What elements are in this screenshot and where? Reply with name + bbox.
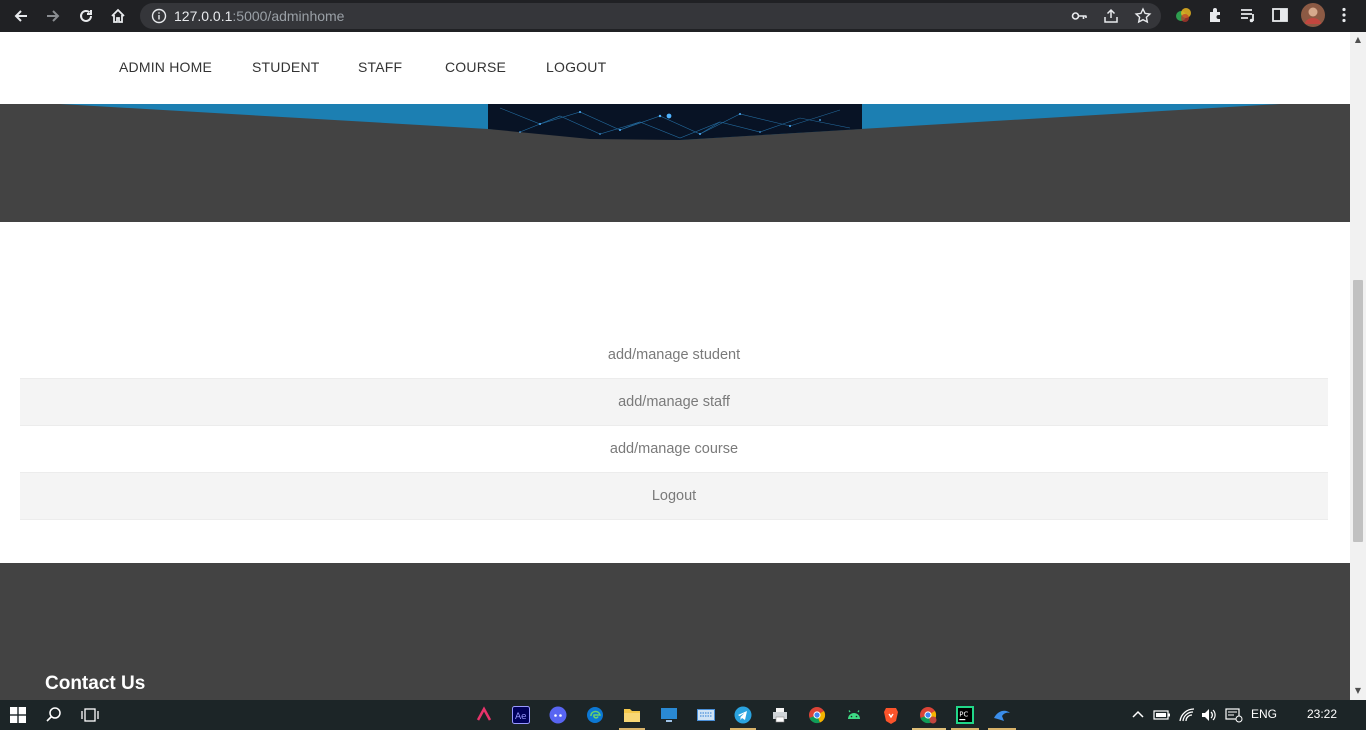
home-icon[interactable] — [106, 4, 130, 28]
telegram-icon[interactable] — [733, 705, 753, 725]
menu-item-logout[interactable]: Logout — [20, 473, 1328, 520]
android-studio-icon[interactable] — [844, 705, 864, 725]
url-path: :5000/adminhome — [232, 8, 345, 24]
windows-start-icon[interactable] — [8, 705, 28, 725]
scroll-down-arrow-icon[interactable]: ▼ — [1353, 686, 1363, 696]
footer-contact-heading: Contact Us — [45, 673, 146, 694]
page-viewport: ADMIN HOME STUDENT STAFF COURSE LOGOUT a… — [0, 32, 1350, 700]
nav-logout[interactable]: LOGOUT — [546, 59, 606, 75]
extension-colorful-icon[interactable] — [1174, 5, 1194, 25]
back-icon[interactable] — [9, 4, 33, 28]
nav-admin-home[interactable]: ADMIN HOME — [119, 59, 212, 75]
svg-text:PC: PC — [959, 711, 968, 719]
scroll-up-arrow-icon[interactable]: ▲ — [1353, 35, 1363, 45]
browser-menu-icon[interactable] — [1334, 5, 1354, 25]
menu-item-manage-student[interactable]: add/manage student — [20, 332, 1328, 379]
after-effects-icon[interactable]: Ae — [511, 705, 531, 725]
search-icon[interactable] — [44, 705, 64, 725]
reload-icon[interactable] — [74, 4, 98, 28]
nav-staff[interactable]: STAFF — [358, 59, 402, 75]
extensions-puzzle-icon[interactable] — [1206, 5, 1226, 25]
brave-browser-icon[interactable] — [881, 705, 901, 725]
dolphin-app-icon[interactable] — [992, 705, 1012, 725]
page-scrollbar[interactable]: ▲ ▼ — [1350, 32, 1366, 700]
bookmark-star-icon[interactable] — [1134, 7, 1152, 25]
app-icon-pink[interactable] — [474, 705, 494, 725]
volume-icon[interactable] — [1199, 705, 1219, 725]
admin-menu-list: add/manage student add/manage staff add/… — [20, 332, 1328, 520]
site-info-icon[interactable] — [150, 7, 168, 25]
input-indicator-icon[interactable] — [1224, 705, 1244, 725]
tray-chevron-up-icon[interactable] — [1128, 705, 1148, 725]
nav-student[interactable]: STUDENT — [252, 59, 320, 75]
clock-time[interactable]: 23:22 — [1307, 707, 1337, 721]
key-icon[interactable] — [1070, 7, 1088, 25]
profile-avatar[interactable] — [1301, 3, 1325, 27]
site-footer: Contact Us — [0, 563, 1350, 700]
language-indicator[interactable]: ENG — [1251, 707, 1277, 721]
site-navbar: ADMIN HOME STUDENT STAFF COURSE LOGOUT — [0, 32, 1350, 104]
svg-text:Ae: Ae — [515, 712, 527, 722]
media-queue-icon[interactable] — [1238, 5, 1258, 25]
menu-item-manage-staff[interactable]: add/manage staff — [20, 379, 1328, 426]
pycharm-icon[interactable]: PC — [955, 705, 975, 725]
file-explorer-icon[interactable] — [622, 705, 642, 725]
task-view-icon[interactable] — [80, 705, 100, 725]
browser-toolbar: 127.0.0.1:5000/adminhome — [0, 0, 1366, 32]
discord-icon[interactable] — [548, 705, 568, 725]
remote-desktop-icon[interactable] — [659, 705, 679, 725]
wifi-icon[interactable] — [1177, 705, 1197, 725]
url-text: 127.0.0.1:5000/adminhome — [174, 8, 344, 24]
share-icon[interactable] — [1102, 7, 1120, 25]
printer-icon[interactable] — [770, 705, 790, 725]
battery-icon[interactable] — [1152, 705, 1172, 725]
forward-icon[interactable] — [41, 4, 65, 28]
side-panel-icon[interactable] — [1270, 5, 1290, 25]
menu-item-manage-course[interactable]: add/manage course — [20, 426, 1328, 473]
hero-banner — [0, 104, 1350, 222]
nav-course[interactable]: COURSE — [445, 59, 506, 75]
url-host: 127.0.0.1 — [174, 8, 233, 24]
edge-browser-icon[interactable] — [585, 705, 605, 725]
hero-banner-graphic — [60, 104, 1280, 140]
on-screen-keyboard-icon[interactable] — [696, 705, 716, 725]
address-bar[interactable]: 127.0.0.1:5000/adminhome — [140, 3, 1161, 29]
windows-taskbar: Ae PC ENG 23:22 — [0, 700, 1366, 730]
scrollbar-thumb[interactable] — [1353, 280, 1363, 542]
chrome-profile-icon[interactable] — [918, 705, 938, 725]
chrome-icon[interactable] — [807, 705, 827, 725]
